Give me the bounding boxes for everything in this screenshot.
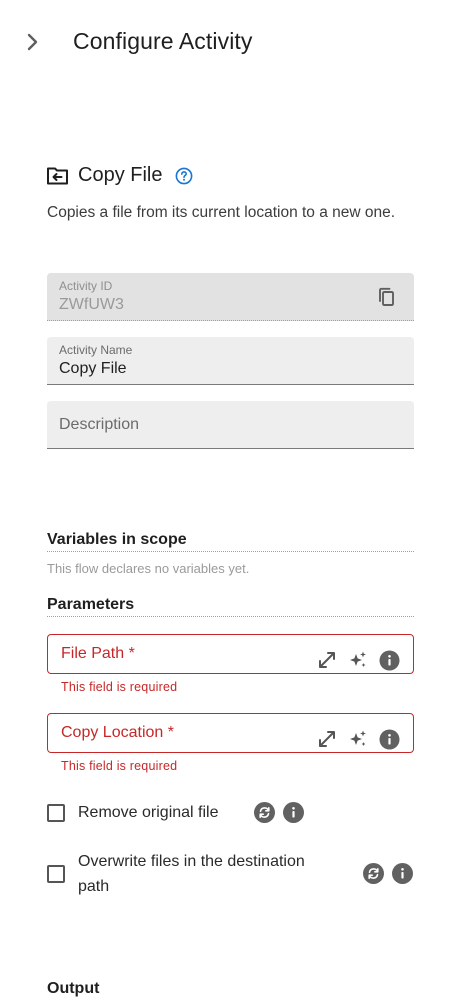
chevron-right-icon (27, 33, 38, 51)
output-title: Output (47, 980, 100, 997)
ai-assist-button[interactable] (347, 649, 369, 671)
info-icon (292, 807, 295, 818)
info-button[interactable] (378, 649, 400, 671)
collapse-panel-button[interactable] (20, 28, 46, 56)
overwrite-row: Overwrite files in the destination path (47, 849, 327, 899)
toggle-binding-button[interactable] (254, 802, 275, 823)
file-path-actions (316, 649, 400, 671)
activity-heading: Copy File (46, 164, 193, 187)
variables-title: Variables in scope (47, 531, 414, 552)
sync-icon (368, 868, 379, 879)
remove-original-checkbox[interactable] (47, 804, 65, 822)
copy-id-button[interactable] (376, 286, 398, 308)
parameters-title: Parameters (47, 596, 414, 617)
description-placeholder: Description (59, 416, 140, 433)
ai-assist-button[interactable] (347, 728, 369, 750)
folder-move-icon (47, 167, 68, 184)
copy-location-actions (316, 728, 400, 750)
activity-id-value: ZWfUW3 (59, 296, 124, 313)
remove-original-actions (254, 802, 304, 823)
activity-name-field[interactable]: Activity Name Copy File (47, 337, 414, 385)
variables-empty-text: This flow declares no variables yet. (47, 561, 250, 576)
activity-name-value[interactable]: Copy File (59, 360, 127, 378)
panel-header: Configure Activity (0, 0, 470, 84)
copy-location-label: Copy Location * (61, 724, 174, 741)
info-icon (379, 650, 399, 670)
overwrite-checkbox[interactable] (47, 865, 65, 883)
copy-icon (379, 287, 394, 306)
file-path-error: This field is required (61, 680, 178, 694)
expand-button[interactable] (316, 649, 338, 671)
toggle-binding-button[interactable] (363, 863, 384, 884)
activity-title: Copy File (78, 164, 163, 186)
activity-name-label: Activity Name (59, 343, 133, 357)
page-title: Configure Activity (73, 28, 253, 54)
sparkle-icon (350, 730, 366, 746)
expand-icon (319, 652, 335, 668)
copy-location-error: This field is required (61, 759, 178, 773)
help-icon[interactable] (175, 167, 193, 185)
file-path-input[interactable]: File Path * (47, 634, 414, 674)
expand-icon (319, 731, 335, 747)
remove-original-label: Remove original file (78, 804, 219, 821)
info-icon (379, 729, 399, 749)
info-button[interactable] (283, 802, 304, 823)
overwrite-actions (363, 863, 413, 884)
expand-button[interactable] (316, 728, 338, 750)
sparkle-icon (350, 651, 366, 667)
activity-id-label: Activity ID (59, 279, 113, 293)
info-icon (401, 868, 404, 879)
activity-description: Copies a file from its current location … (47, 204, 396, 221)
info-button[interactable] (392, 863, 413, 884)
info-button[interactable] (378, 728, 400, 750)
remove-original-row: Remove original file (47, 800, 219, 825)
description-field[interactable]: Description (47, 401, 414, 449)
copy-location-input[interactable]: Copy Location * (47, 713, 414, 753)
file-path-label: File Path * (61, 645, 135, 662)
activity-id-field: Activity ID ZWfUW3 (47, 273, 414, 321)
sync-icon (259, 807, 270, 818)
overwrite-label: Overwrite files in the destination path (78, 853, 305, 895)
